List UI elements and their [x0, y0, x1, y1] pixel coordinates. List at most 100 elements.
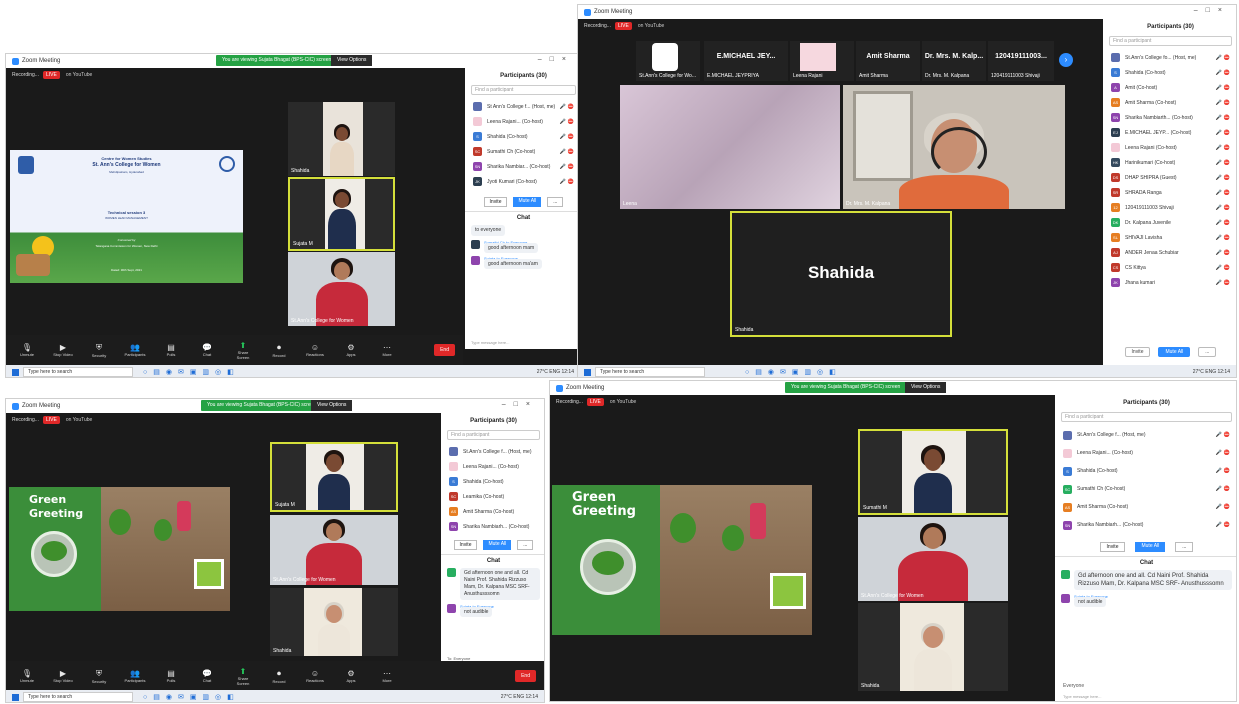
- more-button[interactable]: ...: [1198, 347, 1217, 357]
- participant-row[interactable]: St Ann's College f... (Host, me) 🎤⛔: [465, 99, 580, 114]
- live-badge[interactable]: LIVE: [42, 71, 60, 79]
- participant-row[interactable]: SC Sumathi Ch (Co-host) 🎤⛔: [465, 144, 580, 159]
- record-button[interactable]: ⏺ Record: [268, 669, 290, 684]
- video-tile-active-speaker[interactable]: Sujata M: [270, 442, 398, 512]
- taskbar-search-input[interactable]: Type here to search: [23, 367, 133, 377]
- share-screen-button[interactable]: ⬆ Share Screen: [232, 341, 254, 360]
- stop-video-button[interactable]: ▶ Stop Video: [52, 669, 74, 683]
- end-meeting-button[interactable]: End: [434, 344, 455, 356]
- more-button[interactable]: ...: [1175, 542, 1194, 552]
- apps-button[interactable]: ⚙ Apps: [340, 669, 362, 683]
- record-button[interactable]: ⏺ Record: [268, 343, 290, 358]
- strip-tile[interactable]: Dr. Mrs. M. Kalp... Dr. Mrs. M. Kalpana: [922, 41, 986, 81]
- reactions-button[interactable]: ☺ Reactions: [304, 343, 326, 357]
- participant-row[interactable]: CS CS Kittya 🎤⛔: [1103, 260, 1236, 275]
- unmute-button[interactable]: 🎙 Unmute: [16, 669, 38, 683]
- mute-all-button[interactable]: Mute All: [483, 540, 512, 550]
- mute-all-button[interactable]: Mute All: [1135, 542, 1166, 552]
- chat-recipient[interactable]: Everyone: [1063, 683, 1084, 689]
- video-tile[interactable]: Shahida: [270, 588, 398, 656]
- window-controls[interactable]: –□×: [502, 401, 538, 408]
- participant-row[interactable]: AS Amit Sharma (Co-host) 🎤⛔: [1055, 498, 1236, 516]
- participant-row[interactable]: JK Jhana kumari 🎤⛔: [1103, 275, 1236, 290]
- windows-start-icon[interactable]: [12, 368, 19, 376]
- participant-row[interactable]: SN Sharika Nambiarh... (Co-host) 🎤⛔: [1055, 516, 1236, 534]
- video-tile[interactable]: Dr. Mrs. M. Kalpana: [843, 85, 1065, 209]
- participant-row[interactable]: Leena Rajani... (Co-host) 🎤⛔: [1055, 444, 1236, 462]
- participant-row[interactable]: S Shahida (Co-host) 🎤⛔: [1055, 462, 1236, 480]
- invite-button[interactable]: Invite: [1124, 347, 1151, 357]
- apps-button[interactable]: ⚙ Apps: [340, 343, 362, 357]
- invite-button[interactable]: Invite: [483, 197, 508, 207]
- strip-tile[interactable]: E.MICHAEL JEY... E.MICHAEL JEYPRIYA: [704, 41, 788, 81]
- active-speaker-tile[interactable]: Shahida Shahida: [730, 211, 952, 337]
- chat-button[interactable]: 💬 Chat: [196, 343, 218, 357]
- windows-start-icon[interactable]: [584, 368, 591, 376]
- participant-row[interactable]: S Shahida (Co-host) 🎤⛔: [465, 129, 580, 144]
- participant-row[interactable]: SN Sharika Nambiarth... (Co-host) 🎤⛔: [1103, 110, 1236, 125]
- participant-row[interactable]: HK Harinikumari (Co-host) 🎤⛔: [1103, 155, 1236, 170]
- video-tile-active-speaker[interactable]: Sumathi M: [858, 429, 1008, 515]
- participant-row[interactable]: SC Leamika (Co-host): [441, 489, 544, 504]
- view-options-button[interactable]: View Options: [905, 382, 947, 393]
- participant-row[interactable]: SN Sharika Nambiarh... (Co-host): [441, 519, 544, 534]
- mute-all-button[interactable]: Mute All: [513, 197, 542, 207]
- more-button[interactable]: ...: [517, 540, 534, 550]
- video-tile[interactable]: St.Ann's College for Women: [858, 517, 1008, 601]
- strip-tile[interactable]: St.Ann's College for Wo...: [636, 41, 700, 81]
- participant-search-input[interactable]: Find a participant: [1109, 36, 1232, 46]
- chat-button[interactable]: 💬 Chat: [196, 669, 218, 683]
- mute-all-button[interactable]: Mute All: [1158, 347, 1191, 357]
- live-badge[interactable]: LIVE: [42, 416, 60, 424]
- video-tile[interactable]: Leena: [620, 85, 840, 209]
- next-page-icon[interactable]: ›: [1059, 53, 1073, 67]
- window-controls[interactable]: –□×: [1194, 7, 1230, 14]
- participant-search-input[interactable]: Find a participant: [471, 85, 576, 95]
- polls-button[interactable]: ▤ Polls: [160, 343, 182, 357]
- video-tile[interactable]: St.Ann's College for Women: [270, 515, 398, 585]
- strip-tile[interactable]: 120419111003... 120419111003 Shivaji: [988, 41, 1054, 81]
- window-controls[interactable]: –□×: [538, 56, 574, 63]
- strip-tile[interactable]: Leena Rajani: [790, 41, 854, 81]
- more-button[interactable]: ...: [547, 197, 564, 207]
- view-options-button[interactable]: View Options: [331, 55, 373, 66]
- participant-row[interactable]: St.Ann's College f... (Host, me) 🎤⛔: [1055, 426, 1236, 444]
- participant-row[interactable]: AS Amit Sharma (Co-host): [441, 504, 544, 519]
- live-badge[interactable]: LIVE: [614, 22, 632, 30]
- video-tile[interactable]: Shahida: [288, 102, 395, 176]
- reactions-button[interactable]: ☺ Reactions: [304, 669, 326, 683]
- taskbar-search-input[interactable]: Type here to search: [23, 692, 133, 702]
- participant-row[interactable]: AS Amit Sharma (Co-host) 🎤⛔: [1103, 95, 1236, 110]
- invite-button[interactable]: Invite: [1099, 542, 1126, 552]
- view-options-button[interactable]: View Options: [311, 400, 353, 411]
- participant-row[interactable]: SC Sumathi Ch (Co-host) 🎤⛔: [1055, 480, 1236, 498]
- strip-tile[interactable]: Amit Sharma Amit Sharma: [856, 41, 920, 81]
- participant-row[interactable]: S Shahida (Co-host): [441, 474, 544, 489]
- participants-button[interactable]: 👥 Participants: [124, 343, 146, 357]
- participant-row[interactable]: SL SHIVAJI Lavisha 🎤⛔: [1103, 230, 1236, 245]
- video-tile[interactable]: Shahida: [858, 603, 1008, 691]
- taskbar-search-input[interactable]: Type here to search: [595, 367, 705, 377]
- participant-row[interactable]: DS DHAP SHIPRA (Guest) 🎤⛔: [1103, 170, 1236, 185]
- participant-row[interactable]: A Amit (Co-host) 🎤⛔: [1103, 80, 1236, 95]
- chat-input[interactable]: Type message here...: [1063, 694, 1101, 699]
- more-toolbar-button[interactable]: ⋯ More: [376, 343, 398, 357]
- participant-row[interactable]: EJ E.MICHAEL JEYP... (Co-host) 🎤⛔: [1103, 125, 1236, 140]
- participant-row[interactable]: St.Ann's College fo... (Host, me) 🎤⛔: [1103, 50, 1236, 65]
- taskbar-apps[interactable]: ○▤◉✉▣▥◎◧: [143, 693, 240, 701]
- participant-search-input[interactable]: Find a participant: [447, 430, 540, 440]
- video-tile[interactable]: St.Ann's College for Women: [288, 252, 395, 326]
- participant-row[interactable]: AJ ANDER Jenaa Schubiar 🎤⛔: [1103, 245, 1236, 260]
- security-button[interactable]: ⛨ Security: [88, 669, 110, 684]
- live-badge[interactable]: LIVE: [586, 398, 604, 406]
- polls-button[interactable]: ▤ Polls: [160, 669, 182, 683]
- stop-video-button[interactable]: ▶ Stop Video: [52, 343, 74, 357]
- unmute-button[interactable]: 🎙 Unmute: [16, 343, 38, 357]
- participant-row[interactable]: St.Ann's College f... (Host, me): [441, 444, 544, 459]
- participant-row[interactable]: DK Dr. Kalpana Juvenile 🎤⛔: [1103, 215, 1236, 230]
- participant-row[interactable]: SN Sharika Nambiar... (Co-host) 🎤⛔: [465, 159, 580, 174]
- security-button[interactable]: ⛨ Security: [88, 343, 110, 358]
- participant-row[interactable]: Leena Rajani (Co-host) 🎤⛔: [1103, 140, 1236, 155]
- participant-search-input[interactable]: Find a participant: [1061, 412, 1232, 422]
- windows-start-icon[interactable]: [12, 693, 19, 701]
